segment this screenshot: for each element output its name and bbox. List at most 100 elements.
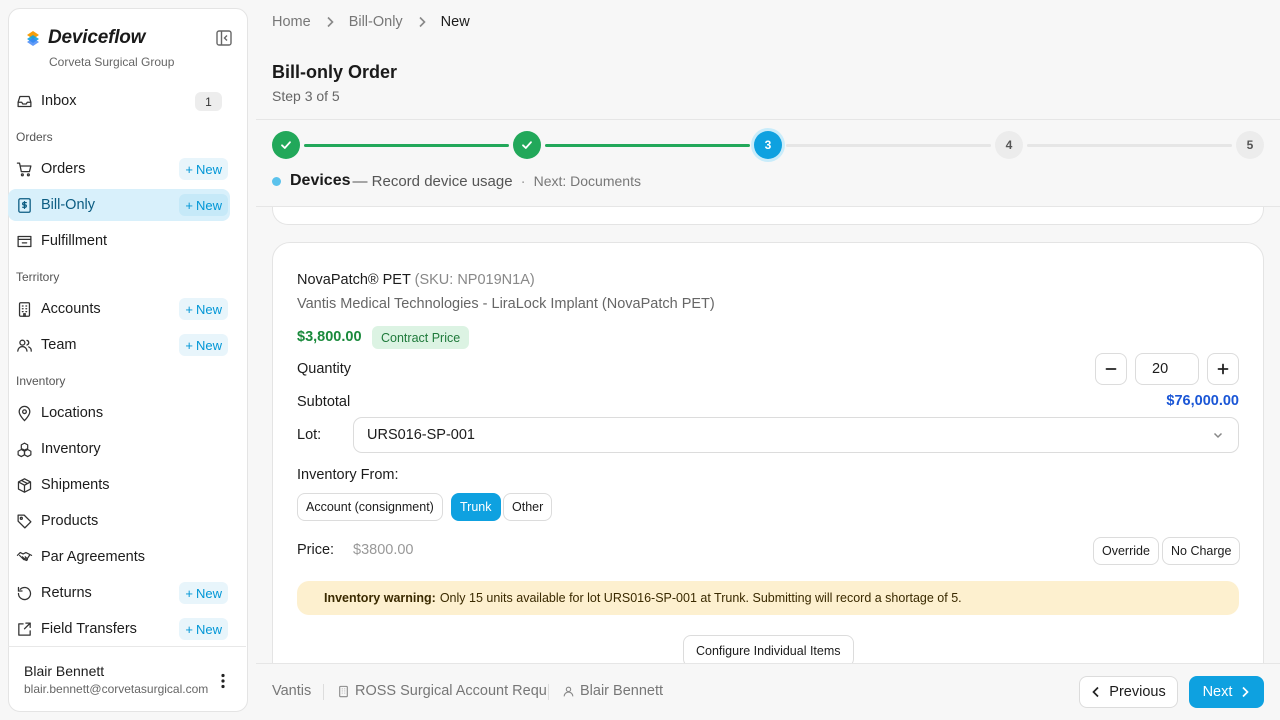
user-name: Blair Bennett xyxy=(24,663,105,679)
footer-rep: Blair Bennett xyxy=(562,683,663,699)
step-4[interactable]: 4 xyxy=(995,131,1023,159)
step-2-complete[interactable] xyxy=(513,131,541,159)
boxes-icon xyxy=(16,441,33,458)
next-button[interactable]: Next xyxy=(1189,676,1264,708)
user-icon xyxy=(563,686,574,696)
warning-title: Inventory warning: xyxy=(324,591,436,605)
check-icon xyxy=(522,141,532,149)
sidebar-item-accounts[interactable]: Accounts + New xyxy=(8,293,230,325)
quantity-increase-button[interactable] xyxy=(1207,353,1239,385)
page-subtitle: Step 3 of 5 xyxy=(272,88,340,104)
chevron-right-icon xyxy=(1242,686,1250,698)
inbox-icon xyxy=(16,93,33,110)
price-value: $3800.00 xyxy=(353,542,414,558)
new-label: New xyxy=(195,301,222,317)
building-icon xyxy=(339,685,348,697)
new-team-button[interactable]: + New xyxy=(179,334,228,356)
new-field-transfer-button[interactable]: + New xyxy=(179,618,228,640)
step-connector xyxy=(545,144,750,147)
sidebar-item-label: Products xyxy=(41,513,99,529)
sidebar-item-label: Locations xyxy=(41,405,104,421)
plus-icon: + xyxy=(185,337,193,353)
users-icon xyxy=(16,337,33,354)
subtotal-value: $76,000.00 xyxy=(1166,393,1239,409)
sidebar-item-label: Shipments xyxy=(41,477,110,493)
transfer-icon xyxy=(16,621,33,638)
minus-icon xyxy=(1105,368,1117,370)
sidebar-item-inbox[interactable]: Inbox 1 xyxy=(8,85,230,117)
sidebar-item-par-agreements[interactable]: Par Agreements xyxy=(8,541,230,573)
product-description: Vantis Medical Technologies - LiraLock I… xyxy=(297,296,715,312)
user-panel[interactable]: Blair Bennett blair.bennett@corvetasurgi… xyxy=(8,646,246,702)
plus-icon: + xyxy=(185,161,193,177)
contract-price-badge: Contract Price xyxy=(372,326,470,349)
footer-vendor: Vantis xyxy=(272,683,312,699)
sidebar-item-label: Accounts xyxy=(41,301,101,317)
tag-icon xyxy=(16,513,33,530)
sidebar-collapse-icon[interactable] xyxy=(215,29,233,47)
new-label: New xyxy=(195,621,222,637)
breadcrumb-bill-only[interactable]: Bill-Only xyxy=(349,14,403,30)
no-charge-button[interactable]: No Charge xyxy=(1162,537,1241,565)
next-label: Next xyxy=(1202,684,1233,700)
sidebar-item-locations[interactable]: Locations xyxy=(8,397,230,429)
sidebar-item-returns[interactable]: Returns + New xyxy=(8,577,230,609)
sidebar-item-label: Orders xyxy=(41,161,86,177)
brand[interactable]: Deviceflow xyxy=(25,27,145,49)
lot-label: Lot: xyxy=(297,427,322,443)
step-3-current[interactable]: 3 xyxy=(754,131,782,159)
override-button[interactable]: Override xyxy=(1093,537,1159,565)
map-pin-icon xyxy=(16,405,33,422)
new-account-button[interactable]: + New xyxy=(179,298,228,320)
fulfillment-icon xyxy=(16,233,33,250)
inventory-warning-banner: Inventory warning: Only 15 units availab… xyxy=(297,581,1239,615)
plus-icon: + xyxy=(185,585,193,601)
package-icon xyxy=(16,477,33,494)
new-label: New xyxy=(195,161,222,177)
lot-select[interactable]: URS016-SP-001 xyxy=(353,417,1239,453)
current-step-dot xyxy=(272,176,281,186)
inventory-from-other[interactable]: Other xyxy=(503,493,553,521)
more-vertical-icon[interactable] xyxy=(214,672,232,690)
step-1-complete[interactable] xyxy=(272,131,300,159)
previous-button[interactable]: Previous xyxy=(1079,676,1178,708)
sidebar-item-label: Field Transfers xyxy=(41,621,137,637)
page-title: Bill-only Order xyxy=(272,62,398,82)
quantity-input[interactable]: 20 xyxy=(1135,353,1199,385)
section-label-inventory: Inventory xyxy=(16,374,66,388)
section-label-territory: Territory xyxy=(16,270,60,284)
breadcrumb-home[interactable]: Home xyxy=(272,14,311,30)
breadcrumb: Home Bill-Only New xyxy=(272,14,470,30)
sidebar-item-team[interactable]: Team + New xyxy=(8,329,230,361)
sidebar-item-label: Team xyxy=(41,337,77,353)
sidebar-item-fulfillment[interactable]: Fulfillment xyxy=(8,225,230,257)
plus-icon: + xyxy=(185,621,193,637)
inventory-from-account-consignment[interactable]: Account (consignment) xyxy=(297,493,443,521)
quantity-decrease-button[interactable] xyxy=(1095,353,1127,385)
sidebar-item-label: Bill-Only xyxy=(41,197,95,213)
sidebar-item-shipments[interactable]: Shipments xyxy=(8,469,230,501)
sidebar-item-label: Inventory xyxy=(41,441,101,457)
new-return-button[interactable]: + New xyxy=(179,582,228,604)
footer-divider xyxy=(323,684,324,700)
chevron-right-icon xyxy=(417,16,427,28)
step-5[interactable]: 5 xyxy=(1236,131,1264,159)
caption-separator: · xyxy=(520,172,526,190)
sidebar-item-field-transfers[interactable]: Field Transfers + New xyxy=(8,613,230,645)
inbox-count-badge: 1 xyxy=(195,92,222,111)
undo-icon xyxy=(16,585,33,602)
step-connector xyxy=(1027,144,1232,147)
new-bill-only-button[interactable]: + New xyxy=(179,194,228,216)
plus-icon: + xyxy=(185,301,193,317)
inventory-from-trunk[interactable]: Trunk xyxy=(451,493,501,521)
sidebar-item-inventory[interactable]: Inventory xyxy=(8,433,230,465)
sidebar-item-orders[interactable]: Orders + New xyxy=(8,153,230,185)
new-label: New xyxy=(195,197,222,213)
receipt-icon xyxy=(16,197,33,214)
sidebar-item-products[interactable]: Products xyxy=(8,505,230,537)
contract-price-value: $3,800.00 xyxy=(297,329,362,345)
new-order-button[interactable]: + New xyxy=(179,158,228,180)
next-step-label: Next: Documents xyxy=(533,173,641,189)
chevron-down-icon xyxy=(1213,432,1223,439)
sidebar-item-bill-only[interactable]: Bill-Only + New xyxy=(8,189,230,221)
